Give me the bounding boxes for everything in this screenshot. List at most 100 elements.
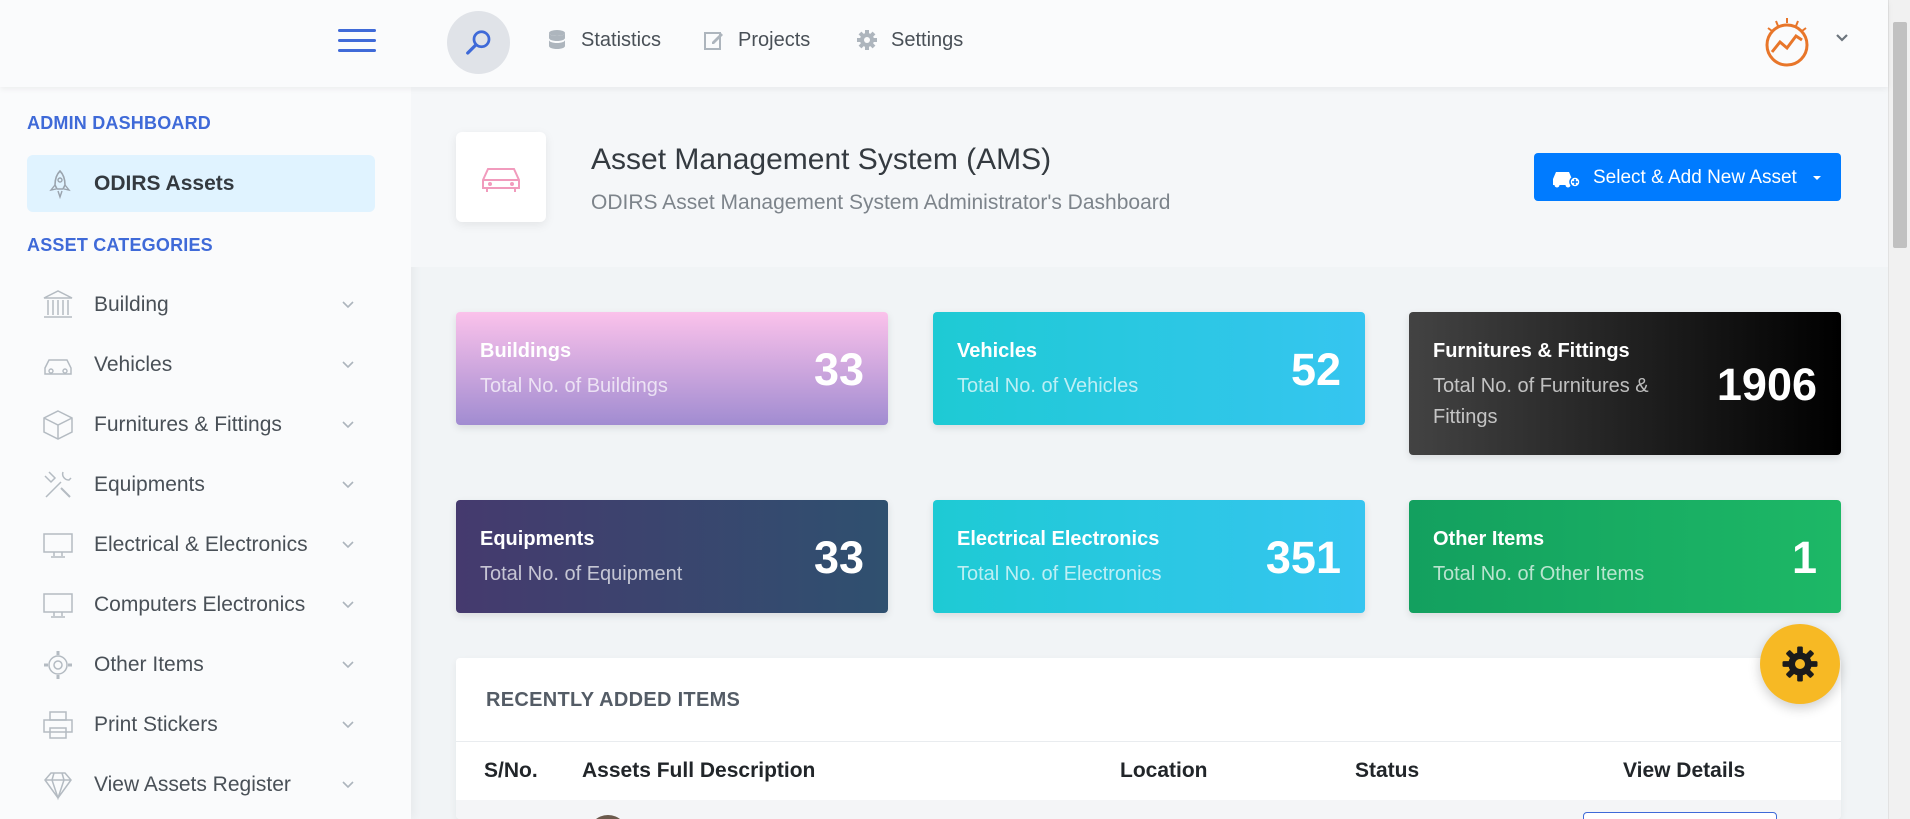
chevron-down-icon[interactable] — [1834, 30, 1850, 46]
column-header-status[interactable]: Status — [1355, 759, 1419, 783]
stat-card-title: Furnitures & Fittings — [1433, 340, 1630, 362]
search-button[interactable] — [447, 11, 510, 74]
monitor-icon — [43, 533, 73, 558]
stat-card-title: Buildings — [480, 340, 572, 362]
stat-card-value: 351 — [1265, 532, 1341, 583]
sidebar-item-electrical[interactable]: Electrical & Electronics — [27, 518, 375, 568]
page-title: Asset Management System (AMS) — [591, 143, 1052, 176]
stat-card-title: Vehicles — [957, 340, 1038, 362]
stat-card-value: 33 — [813, 344, 864, 395]
sidebar-item-label: ODIRS Assets — [94, 172, 235, 195]
scrollbar-thumb[interactable] — [1893, 22, 1907, 248]
stat-card-subtitle: Total No. of Electronics — [957, 563, 1162, 585]
stat-card-other-items[interactable]: Other Items Total No. of Other Items 1 — [1409, 500, 1841, 613]
stat-card-subtitle: Total No. of Equipment — [480, 563, 683, 585]
stat-card-value: 1 — [1791, 532, 1817, 583]
page-subtitle: ODIRS Asset Management System Administra… — [591, 191, 1171, 214]
column-header-view-details[interactable]: View Details — [1623, 759, 1745, 783]
sidebar-item-furnitures[interactable]: Furnitures & Fittings — [27, 398, 375, 448]
stat-card-equipments[interactable]: Equipments Total No. of Equipment 33 — [456, 500, 888, 613]
stat-card-vehicles[interactable]: Vehicles Total No. of Vehicles 52 — [933, 312, 1365, 425]
sidebar-item-label: Building — [94, 293, 169, 316]
sidebar-item-view-register[interactable]: View Assets Register — [27, 758, 375, 808]
user-avatar[interactable] — [1760, 16, 1814, 70]
sidebar-item-label: Electrical & Electronics — [94, 533, 308, 556]
sidebar: ADMIN DASHBOARD ODIRS Assets ASSET CATEG… — [0, 87, 411, 819]
theme-settings-button[interactable] — [1760, 624, 1840, 704]
stat-card-subtitle: Total No. of Furnitures & Fittings — [1433, 375, 1649, 428]
nav-statistics-label: Statistics — [581, 28, 662, 51]
chevron-down-icon — [342, 361, 354, 369]
gear-icon — [857, 30, 877, 50]
sidebar-item-label: Print Stickers — [94, 713, 218, 736]
gear-icon — [1782, 646, 1818, 682]
column-header-location[interactable]: Location — [1120, 759, 1208, 783]
app-header: Statistics Projects Settings — [0, 0, 1888, 87]
monitor-icon — [43, 593, 73, 618]
nav-statistics[interactable]: Statistics — [545, 28, 661, 52]
view-details-button[interactable] — [1583, 812, 1777, 819]
chevron-down-icon — [342, 781, 354, 789]
column-header-description[interactable]: Assets Full Description — [582, 759, 815, 783]
stat-card-buildings[interactable]: Buildings Total No. of Buildings 33 — [456, 312, 888, 425]
car-icon — [44, 359, 72, 375]
chevron-down-icon — [342, 301, 354, 309]
caret-down-icon — [1813, 176, 1821, 180]
page-scrollbar[interactable] — [1888, 0, 1910, 819]
nav-settings[interactable]: Settings — [855, 28, 963, 52]
asset-categories-heading: ASSET CATEGORIES — [27, 235, 213, 255]
stat-card-title: Other Items — [1433, 528, 1545, 550]
sidebar-item-vehicles[interactable]: Vehicles — [27, 338, 375, 388]
stat-card-title: Equipments — [480, 528, 595, 550]
sidebar-item-label: Other Items — [94, 653, 204, 676]
add-new-asset-button[interactable]: Select & Add New Asset — [1534, 153, 1841, 201]
sidebar-item-other-items[interactable]: Other Items — [27, 638, 375, 688]
column-header-sno[interactable]: S/No. — [484, 759, 538, 783]
sidebar-item-label: Equipments — [94, 473, 205, 496]
chevron-down-icon — [342, 661, 354, 669]
admin-dashboard-heading: ADMIN DASHBOARD — [27, 113, 211, 133]
stat-card-value: 33 — [813, 532, 864, 583]
search-icon — [465, 29, 490, 55]
nav-projects[interactable]: Projects — [702, 28, 810, 52]
sidebar-item-label: Computers Electronics — [94, 593, 306, 616]
tools-icon — [44, 471, 72, 498]
printer-icon — [43, 711, 73, 739]
sidebar-item-odirs-assets[interactable]: ODIRS Assets — [27, 155, 375, 212]
diamond-icon — [44, 772, 72, 801]
divider — [456, 741, 1841, 742]
box-icon — [43, 410, 73, 440]
rocket-icon — [49, 169, 71, 199]
sidebar-item-building[interactable]: Building — [27, 278, 375, 328]
database-icon — [549, 30, 565, 49]
sidebar-item-computers[interactable]: Computers Electronics — [27, 578, 375, 628]
bank-icon — [43, 290, 73, 318]
add-new-asset-label: Select & Add New Asset — [1593, 167, 1797, 188]
chevron-down-icon — [342, 541, 354, 549]
sidebar-item-print-stickers[interactable]: Print Stickers — [27, 698, 375, 748]
sidebar-item-label: Furnitures & Fittings — [94, 413, 282, 436]
recent-items-title: RECENTLY ADDED ITEMS — [486, 689, 741, 711]
gear-icon — [44, 651, 72, 679]
chevron-down-icon — [342, 421, 354, 429]
stat-card-value: 52 — [1290, 344, 1341, 395]
stat-card-subtitle: Total No. of Buildings — [480, 375, 668, 397]
nav-settings-label: Settings — [891, 28, 964, 51]
stat-card-title: Electrical Electronics — [957, 528, 1160, 550]
edit-icon — [704, 32, 723, 50]
recent-items-panel: RECENTLY ADDED ITEMS S/No. Assets Full D… — [456, 658, 1841, 819]
car-icon — [482, 168, 520, 192]
chevron-down-icon — [342, 721, 354, 729]
car-plus-icon — [1553, 172, 1581, 188]
sidebar-item-label: View Assets Register — [94, 773, 291, 796]
stat-card-subtitle: Total No. of Other Items — [1433, 563, 1645, 585]
stat-card-furnitures[interactable]: Furnitures & Fittings Total No. of Furni… — [1409, 312, 1841, 455]
stat-card-electronics[interactable]: Electrical Electronics Total No. of Elec… — [933, 500, 1365, 613]
sidebar-item-equipments[interactable]: Equipments — [27, 458, 375, 508]
page-icon — [456, 132, 546, 222]
stat-card-value: 1906 — [1716, 359, 1817, 410]
nav-projects-label: Projects — [738, 28, 811, 51]
menu-toggle-icon[interactable] — [338, 29, 376, 53]
chevron-down-icon — [342, 481, 354, 489]
sidebar-item-label: Vehicles — [94, 353, 173, 376]
